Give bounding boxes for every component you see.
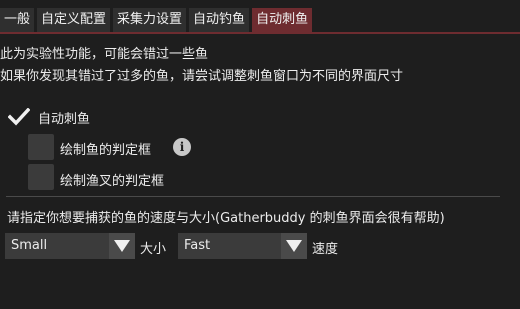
tab-auto-spearfishing[interactable]: 自动刺鱼 [252,8,313,32]
tab-custom-config[interactable]: 自定义配置 [37,8,111,32]
tab-auto-fishing[interactable]: 自动钓鱼 [189,8,250,32]
draw-fish-box-label: 绘制鱼的判定框 [60,143,152,158]
chevron-down-icon [286,240,302,252]
checkmark-icon [8,108,30,126]
size-select-value: Small [11,238,48,253]
draw-spear-box-label: 绘制渔叉的判定框 [60,174,165,189]
tab-bar: 一般 自定义配置 采集力设置 自动钓鱼 自动刺鱼 [0,8,315,32]
size-label: 大小 [140,242,167,257]
size-select[interactable]: Small [5,233,135,259]
speed-label: 速度 [312,242,339,257]
size-select-arrow[interactable] [109,233,135,259]
auto-spearfish-checkbox[interactable] [5,104,31,130]
draw-spear-box-checkbox[interactable] [28,164,54,190]
tab-underline [0,32,520,34]
tab-gathering-settings[interactable]: 采集力设置 [113,8,187,32]
draw-fish-box-checkbox[interactable] [28,134,54,160]
speed-select[interactable]: Fast [178,233,307,259]
divider [6,196,500,197]
target-prompt: 请指定你想要捕获的鱼的速度与大小(Gatherbuddy 的刺鱼界面会很有帮助) [7,211,445,226]
chevron-down-icon [114,240,130,252]
auto-spearfish-label: 自动刺鱼 [38,112,91,127]
tab-general[interactable]: 一般 [0,8,35,32]
notice-line-2: 如果你发现其错过了过多的鱼，请尝试调整刺鱼窗口为不同的界面尺寸 [0,69,404,84]
speed-select-value: Fast [184,238,211,253]
info-icon[interactable]: i [173,138,191,156]
speed-select-arrow[interactable] [281,233,307,259]
notice-line-1: 此为实验性功能，可能会错过一些鱼 [0,47,209,62]
